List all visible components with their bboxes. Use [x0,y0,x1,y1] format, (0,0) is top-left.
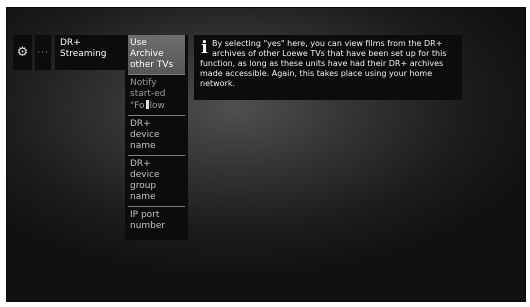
menu-item-ip-port[interactable]: IP port number [128,207,185,237]
menu-item-device-group-name[interactable]: DR+ device group name [128,156,185,207]
text-cursor [145,100,149,109]
more-button[interactable]: ··· [35,35,51,70]
menu-item-device-name[interactable]: DR+ device name [128,116,185,156]
menu-item-use-archive[interactable]: Use Archive other TVs [128,35,185,75]
panel-label: DR+ Streaming [60,38,107,59]
tv-screen: ⚙ ··· DR+ Streaming Use Archive other TV… [6,7,526,302]
menu-item-label: IP port number [130,210,166,231]
submenu: Use Archive other TVs Notify start-ed "F… [125,35,188,240]
gear-icon: ⚙ [16,45,29,60]
menu-item-label-tail: low [149,101,165,111]
menu-item-label: DR+ device name [130,119,160,151]
panel-dr-streaming[interactable]: DR+ Streaming [55,35,125,70]
menu-item-notify-started[interactable]: Notify start-ed "Fo low [128,75,185,116]
more-label: ··· [37,47,49,58]
info-panel: i By selecting "yes" here, you can view … [194,35,462,100]
menu-item-label: Use Archive other TVs [130,38,174,70]
info-icon: i [201,38,208,58]
menu-item-label: DR+ device group name [130,159,160,202]
info-text: By selecting "yes" here, you can view fi… [200,39,447,88]
settings-button[interactable]: ⚙ [13,35,32,70]
